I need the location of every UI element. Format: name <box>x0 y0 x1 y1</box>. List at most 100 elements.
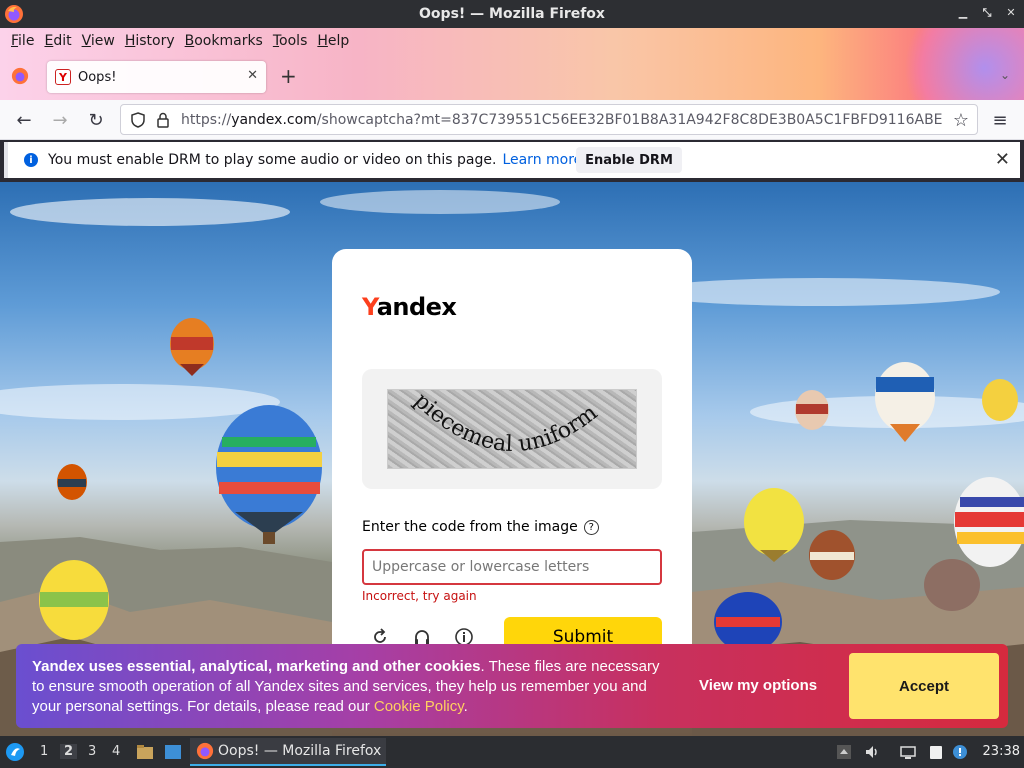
system-taskbar: 1 2 3 4 Oops! — Mozilla Firefox 23:38 <box>0 736 1024 768</box>
view-options-button[interactable]: View my options <box>699 677 817 694</box>
help-question-icon[interactable]: ? <box>583 519 599 535</box>
lock-icon[interactable] <box>154 111 172 129</box>
menu-label-rest: elp <box>327 33 350 49</box>
workspace-4[interactable]: 4 <box>112 744 120 759</box>
info-icon: i <box>24 153 38 167</box>
taskbar-window-firefox[interactable]: Oops! — Mozilla Firefox <box>190 738 386 766</box>
firefox-icon <box>5 5 23 23</box>
url-host: yandex.com <box>231 111 317 128</box>
new-tab-button[interactable]: + <box>280 66 297 86</box>
reload-icon[interactable]: ↻ <box>84 108 108 132</box>
menu-accelerator: E <box>44 33 54 49</box>
menu-accelerator: V <box>81 33 91 49</box>
forward-arrow-icon[interactable]: → <box>48 108 72 132</box>
balloon <box>714 592 782 652</box>
captcha-prompt-text: Enter the code from the image <box>362 519 578 535</box>
menu-help[interactable]: Help <box>312 33 354 49</box>
network-icon[interactable] <box>900 744 916 760</box>
balloon <box>216 405 322 544</box>
balloon <box>57 464 87 500</box>
minimize-icon[interactable]: ▁ <box>956 6 970 20</box>
balloon <box>954 477 1024 567</box>
back-arrow-icon[interactable]: ← <box>12 108 36 132</box>
menu-edit[interactable]: Edit <box>39 33 76 49</box>
captcha-code-input[interactable] <box>362 549 662 585</box>
menu-view[interactable]: View <box>77 33 120 49</box>
workspace-3[interactable]: 3 <box>88 744 96 759</box>
window-titlebar: Oops! — Mozilla Firefox ▁ ⤡ ✕ <box>0 0 1024 28</box>
url-scheme: https:// <box>181 111 232 128</box>
menu-label-rest: ookmarks <box>194 33 263 49</box>
learn-more-link[interactable]: Learn more <box>502 152 582 168</box>
tray-up-arrow-icon[interactable] <box>836 744 852 760</box>
menu-accelerator: F <box>11 33 19 49</box>
tab-bar: Y Oops! ✕ + ⌄ <box>0 54 1024 100</box>
clock: 23:38 <box>982 744 1020 759</box>
cookie-policy-link[interactable]: Cookie Policy <box>374 698 464 715</box>
shield-icon[interactable] <box>129 111 147 129</box>
browser-chrome: File Edit View History Bookmarks Tools Help Y … <box>0 28 1024 100</box>
captcha-image-box: piecemeal uniform <box>362 369 662 489</box>
yandex-favicon-icon: Y <box>55 69 71 85</box>
balloon <box>875 362 935 442</box>
enable-drm-button[interactable]: Enable DRM <box>576 147 682 173</box>
balloon <box>924 559 980 611</box>
workspace-2[interactable]: 2 <box>60 744 78 759</box>
url-text: https://yandex.com/showcaptcha?mt=837C73… <box>181 112 943 128</box>
menu-file[interactable]: File <box>6 33 39 49</box>
captcha-text: piecemeal uniform <box>409 390 602 457</box>
clipboard-icon[interactable] <box>928 744 944 760</box>
logo-rest: andex <box>376 293 457 321</box>
menu-label-rest: ile <box>18 33 35 49</box>
captcha-curved-text: piecemeal uniform <box>409 388 602 457</box>
menu-label-rest: iew <box>90 33 115 49</box>
captcha-card: Yandex piecemeal uniform Enter the code … <box>332 249 692 669</box>
tab-oops[interactable]: Y Oops! ✕ <box>47 61 266 93</box>
balloon <box>170 318 214 376</box>
balloon <box>795 390 829 430</box>
cookie-period: . <box>463 698 468 715</box>
captcha-prompt: Enter the code from the image ? <box>362 519 599 535</box>
accept-cookies-button[interactable]: Accept <box>849 653 999 719</box>
volume-icon[interactable] <box>864 744 880 760</box>
menu-bookmarks[interactable]: Bookmarks <box>180 33 268 49</box>
menu-label-rest: istory <box>135 33 175 49</box>
menu-tools[interactable]: Tools <box>268 33 313 49</box>
hamburger-menu-icon[interactable]: ≡ <box>988 108 1012 132</box>
tab-close-icon[interactable]: ✕ <box>247 68 258 83</box>
menu-accelerator: B <box>184 33 195 49</box>
yandex-logo: Yandex <box>362 293 457 321</box>
logo-letter-y: Y <box>362 293 377 321</box>
firefox-taskbar-icon <box>196 742 214 760</box>
menu-history[interactable]: History <box>120 33 180 49</box>
drm-message: You must enable DRM to play some audio o… <box>48 152 497 168</box>
menu-accelerator: H <box>124 33 136 49</box>
url-path: /showcaptcha?mt=837C739551C56EE32BF01B8A… <box>316 111 943 128</box>
cookie-text: Yandex uses essential, analytical, marke… <box>32 657 672 717</box>
list-all-tabs-icon[interactable]: ⌄ <box>1000 68 1010 82</box>
balloon <box>809 530 855 580</box>
navigation-bar: ← → ↻ https://yandex.com/showcaptcha?mt=… <box>0 100 1024 140</box>
captcha-error-message: Incorrect, try again <box>362 589 477 603</box>
show-desktop-icon[interactable] <box>164 743 182 761</box>
bookmark-star-icon[interactable]: ☆ <box>949 108 973 132</box>
balloon <box>982 379 1018 421</box>
address-bar[interactable]: https://yandex.com/showcaptcha?mt=837C73… <box>120 104 978 135</box>
drm-notification-bar: i You must enable DRM to play some audio… <box>4 142 1020 178</box>
close-notification-icon[interactable]: ✕ <box>995 149 1010 170</box>
cookie-bold-text: Yandex uses essential, analytical, marke… <box>32 658 481 675</box>
close-window-icon[interactable]: ✕ <box>1004 6 1018 20</box>
app-launcher-icon[interactable] <box>5 742 25 762</box>
maximize-icon[interactable]: ⤡ <box>980 6 994 20</box>
tab-title: Oops! <box>78 69 117 85</box>
workspace-1[interactable]: 1 <box>40 744 48 759</box>
firefox-view-icon[interactable] <box>11 67 29 85</box>
window-title: Oops! — Mozilla Firefox <box>419 6 605 22</box>
menu-label-rest: ools <box>279 33 308 49</box>
cookie-banner: Yandex uses essential, analytical, marke… <box>16 644 1008 728</box>
file-manager-icon[interactable] <box>136 743 154 761</box>
menu-label-rest: dit <box>53 33 72 49</box>
captcha-image: piecemeal uniform <box>387 388 637 469</box>
updates-notification-icon[interactable] <box>952 744 968 760</box>
balloon <box>39 560 109 640</box>
